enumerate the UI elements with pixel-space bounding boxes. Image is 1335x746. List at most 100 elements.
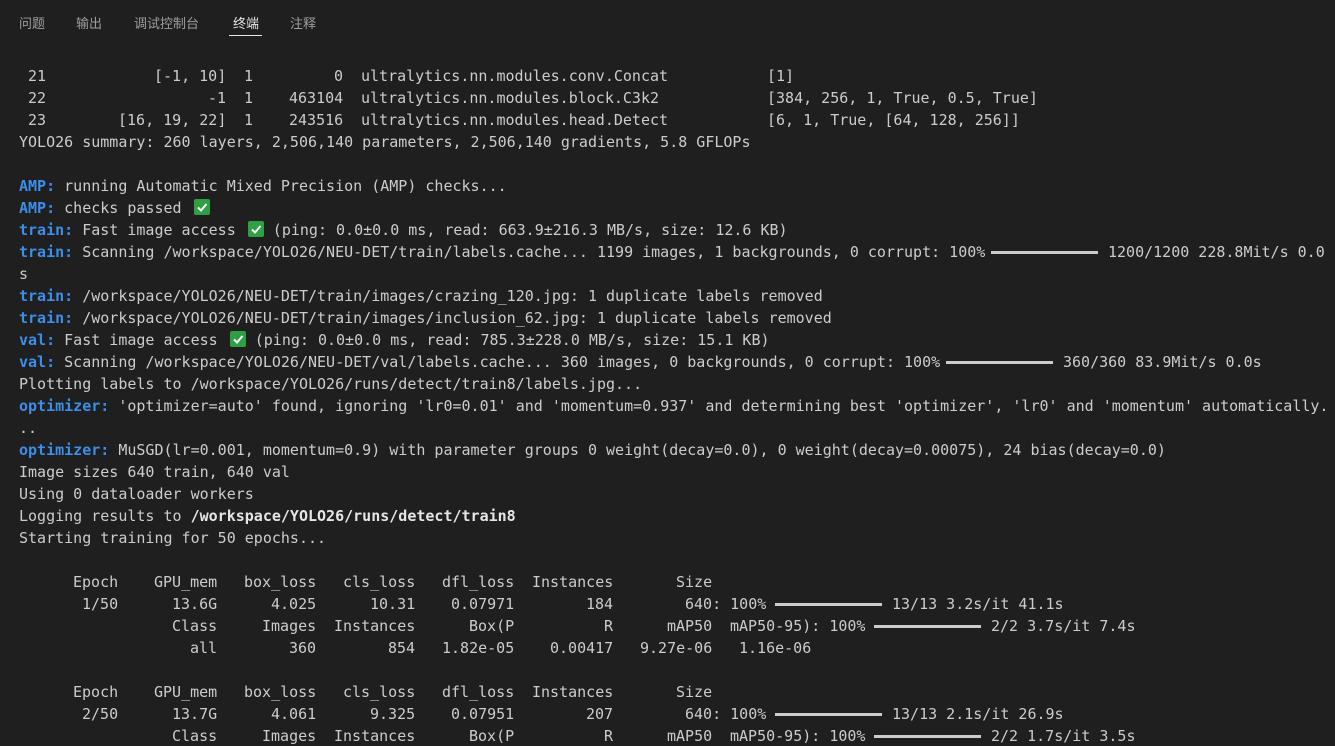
model-summary: YOLO26 summary: 260 layers, 2,506,140 pa… <box>19 133 751 151</box>
check-mark-icon <box>193 199 210 215</box>
tab-output[interactable]: 输出 <box>76 13 102 35</box>
column-header: Size <box>676 683 713 701</box>
column-header: Class <box>172 727 218 745</box>
box-loss-value: 4.061 <box>271 705 317 723</box>
layer-module: ultralytics.nn.modules.head.Detect <box>361 111 669 129</box>
column-header: R <box>604 617 614 635</box>
val-map50-value: 9.27e-06 <box>640 639 713 657</box>
log-text: /workspace/YOLO26/NEU-DET/train/images/i… <box>73 309 832 327</box>
layer-params: 463104 <box>289 89 344 107</box>
column-header: mAP50 <box>667 617 713 635</box>
layer-params: 243516 <box>289 111 344 129</box>
layer-module: ultralytics.nn.modules.conv.Concat <box>361 67 669 85</box>
log-text: Scanning /workspace/YOLO26/NEU-DET/val/l… <box>55 353 941 371</box>
column-header: R <box>604 727 614 745</box>
progress-bar <box>775 713 882 716</box>
log-text: 'optimizer=auto' found, ignoring 'lr0=0.… <box>109 397 1329 415</box>
column-header: cls_loss <box>343 683 416 701</box>
tab-problems[interactable]: 问题 <box>19 13 45 35</box>
log-prefix: train: <box>19 221 74 239</box>
val-result-row: all 360 854 1.82e-05 0.00417 9.27e-06 1.… <box>0 637 1335 659</box>
log-text: Fast image access <box>55 331 218 349</box>
wrapped-text: s <box>19 265 29 283</box>
progress-stats: 2/2 3.7s/it 7.4s <box>991 617 1136 635</box>
column-header: Box(P <box>469 727 515 745</box>
column-header: Epoch <box>73 573 119 591</box>
layer-row: 23 [16, 19, 22] 1 243516 ultralytics.nn.… <box>0 109 1020 131</box>
val-images-value: 360 <box>289 639 317 657</box>
column-header: Instances <box>532 683 614 701</box>
layer-args: [384, 256, 1, True, 0.5, True] <box>767 89 1038 107</box>
layer-index: 22 <box>28 89 47 107</box>
log-prefix: val: <box>19 353 56 371</box>
column-header: box_loss <box>244 683 317 701</box>
size-value: 640: 100% <box>685 595 767 613</box>
starting-line: Starting training for 50 epochs... <box>19 529 327 547</box>
instances-value: 207 <box>586 705 614 723</box>
train-header-row: Epoch GPU_mem box_loss cls_loss dfl_loss… <box>0 571 1335 593</box>
results-path: /workspace/YOLO26/runs/detect/train8 <box>190 507 516 525</box>
cls-loss-value: 9.325 <box>370 705 416 723</box>
val-recall-value: 0.00417 <box>550 639 614 657</box>
log-prefix: optimizer: <box>19 441 110 459</box>
active-tab-indicator <box>229 35 262 36</box>
tab-comments[interactable]: 注释 <box>290 13 316 35</box>
workers-line: Using 0 dataloader workers <box>19 485 254 503</box>
optimizer-line: optimizer: 'optimizer=auto' found, ignor… <box>19 395 1328 417</box>
terminal-output[interactable]: 21 [-1, 10] 1 0 ultralytics.nn.modules.c… <box>0 65 1335 746</box>
column-header: GPU_mem <box>154 683 218 701</box>
log-text: checks passed <box>55 199 182 217</box>
layer-row: 22 -1 1 463104 ultralytics.nn.modules.bl… <box>0 87 1038 109</box>
log-text: Scanning /workspace/YOLO26/NEU-DET/train… <box>73 243 986 261</box>
gpu-mem-value: 13.6G <box>172 595 218 613</box>
duplicate-labels-line: train: /workspace/YOLO26/NEU-DET/train/i… <box>19 285 823 307</box>
progress-bar <box>874 625 981 628</box>
log-text: running Automatic Mixed Precision (AMP) … <box>55 177 507 195</box>
layer-n: 1 <box>244 111 254 129</box>
train-epoch-row: 2/50 13.7G 4.061 9.325 0.07951 207 640: … <box>0 703 1335 725</box>
progress-bar <box>775 603 882 606</box>
train-scan-line: train: Scanning /workspace/YOLO26/NEU-DE… <box>0 241 1335 263</box>
dfl-loss-value: 0.07971 <box>451 595 515 613</box>
layer-n: 1 <box>244 67 254 85</box>
check-mark-icon <box>229 331 246 347</box>
log-prefix: val: <box>19 331 56 349</box>
log-text: Fast image access <box>73 221 236 239</box>
layer-n: 1 <box>244 89 254 107</box>
column-header: Instances <box>334 617 416 635</box>
tab-terminal[interactable]: 终端 <box>233 13 259 35</box>
layer-from: [-1, 10] <box>154 67 227 85</box>
val-class-value: all <box>190 639 218 657</box>
log-text: (ping: 0.0±0.0 ms, read: 663.9±216.3 MB/… <box>263 221 788 239</box>
column-header: mAP50-95): 100% <box>730 617 866 635</box>
column-header: Box(P <box>469 617 515 635</box>
progress-stats: 13/13 2.1s/it 26.9s <box>892 705 1064 723</box>
epoch-value: 2/50 <box>82 705 119 723</box>
epoch-value: 1/50 <box>82 595 119 613</box>
tab-debug-console[interactable]: 调试控制台 <box>134 13 199 35</box>
panel-tab-bar: 问题 输出 调试控制台 终端 注释 <box>0 0 1335 44</box>
log-prefix: AMP: <box>19 177 56 195</box>
column-header: mAP50-95): 100% <box>730 727 866 745</box>
dfl-loss-value: 0.07951 <box>451 705 515 723</box>
train-header-row: Epoch GPU_mem box_loss cls_loss dfl_loss… <box>0 681 1335 703</box>
layer-module: ultralytics.nn.modules.block.C3k2 <box>361 89 660 107</box>
progress-bar <box>874 735 981 738</box>
column-header: Instances <box>334 727 416 745</box>
box-loss-value: 4.025 <box>271 595 317 613</box>
progress-bar <box>946 361 1053 364</box>
instances-value: 184 <box>586 595 614 613</box>
cls-loss-value: 10.31 <box>370 595 416 613</box>
log-prefix: train: <box>19 309 74 327</box>
column-header: GPU_mem <box>154 573 218 591</box>
log-text: (ping: 0.0±0.0 ms, read: 785.3±228.0 MB/… <box>245 331 770 349</box>
column-header: cls_loss <box>343 573 416 591</box>
layer-index: 21 <box>28 67 47 85</box>
layer-args: [6, 1, True, [64, 128, 256]] <box>767 111 1020 129</box>
size-value: 640: 100% <box>685 705 767 723</box>
check-mark-icon <box>247 221 264 237</box>
column-header: Epoch <box>73 683 119 701</box>
column-header: Images <box>262 727 317 745</box>
layer-row: 21 [-1, 10] 1 0 ultralytics.nn.modules.c… <box>0 65 794 87</box>
amp-line: AMP: running Automatic Mixed Precision (… <box>19 175 507 197</box>
